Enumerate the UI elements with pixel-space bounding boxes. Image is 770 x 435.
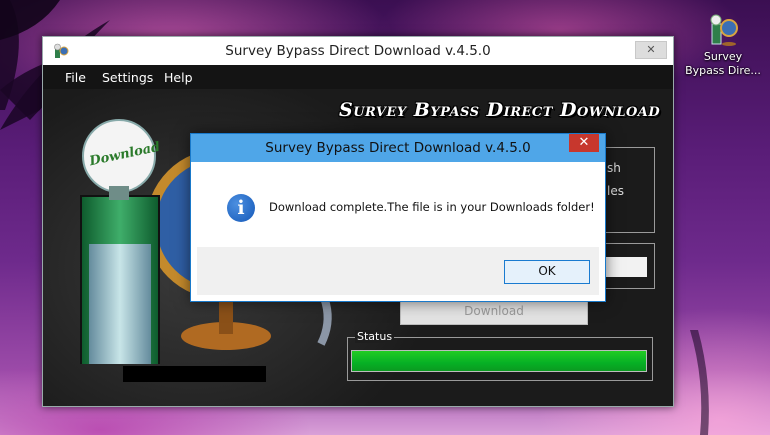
main-titlebar[interactable]: Survey Bypass Direct Download v.4.5.0 ✕	[43, 37, 673, 65]
banner-title: Survey Bypass Direct Download	[339, 99, 661, 121]
message-dialog: Survey Bypass Direct Download v.4.5.0 ✕ …	[190, 133, 606, 302]
menu-file[interactable]: File	[65, 70, 86, 85]
options-text-1: sh	[607, 161, 621, 175]
menu-bar: File Settings Help	[43, 65, 673, 89]
dialog-message: Download complete.The file is in your Do…	[269, 200, 595, 214]
desktop-shortcut-label: Survey Bypass Dire...	[685, 50, 761, 77]
status-label: Status	[355, 330, 395, 343]
status-progress-bar	[351, 350, 647, 372]
ok-button[interactable]: OK	[504, 260, 590, 284]
redacted-bar	[123, 366, 266, 382]
window-title: Survey Bypass Direct Download v.4.5.0	[225, 43, 491, 59]
menu-settings[interactable]: Settings	[102, 70, 153, 85]
dialog-body: i Download complete.The file is in your …	[197, 162, 599, 247]
dialog-titlebar[interactable]: Survey Bypass Direct Download v.4.5.0 ✕	[191, 134, 605, 162]
info-icon: i	[227, 194, 255, 222]
menu-help[interactable]: Help	[164, 70, 193, 85]
dialog-close-button[interactable]: ✕	[569, 134, 599, 152]
url-input[interactable]	[603, 257, 647, 277]
desktop-shortcut[interactable]: Survey Bypass Dire...	[680, 12, 766, 78]
download-button[interactable]: Download	[400, 299, 588, 325]
dialog-title: Survey Bypass Direct Download v.4.5.0	[265, 140, 531, 156]
window-close-button[interactable]: ✕	[635, 41, 667, 59]
progress-fill	[352, 351, 646, 371]
app-shortcut-icon	[706, 12, 740, 48]
options-text-2: les	[607, 184, 624, 198]
